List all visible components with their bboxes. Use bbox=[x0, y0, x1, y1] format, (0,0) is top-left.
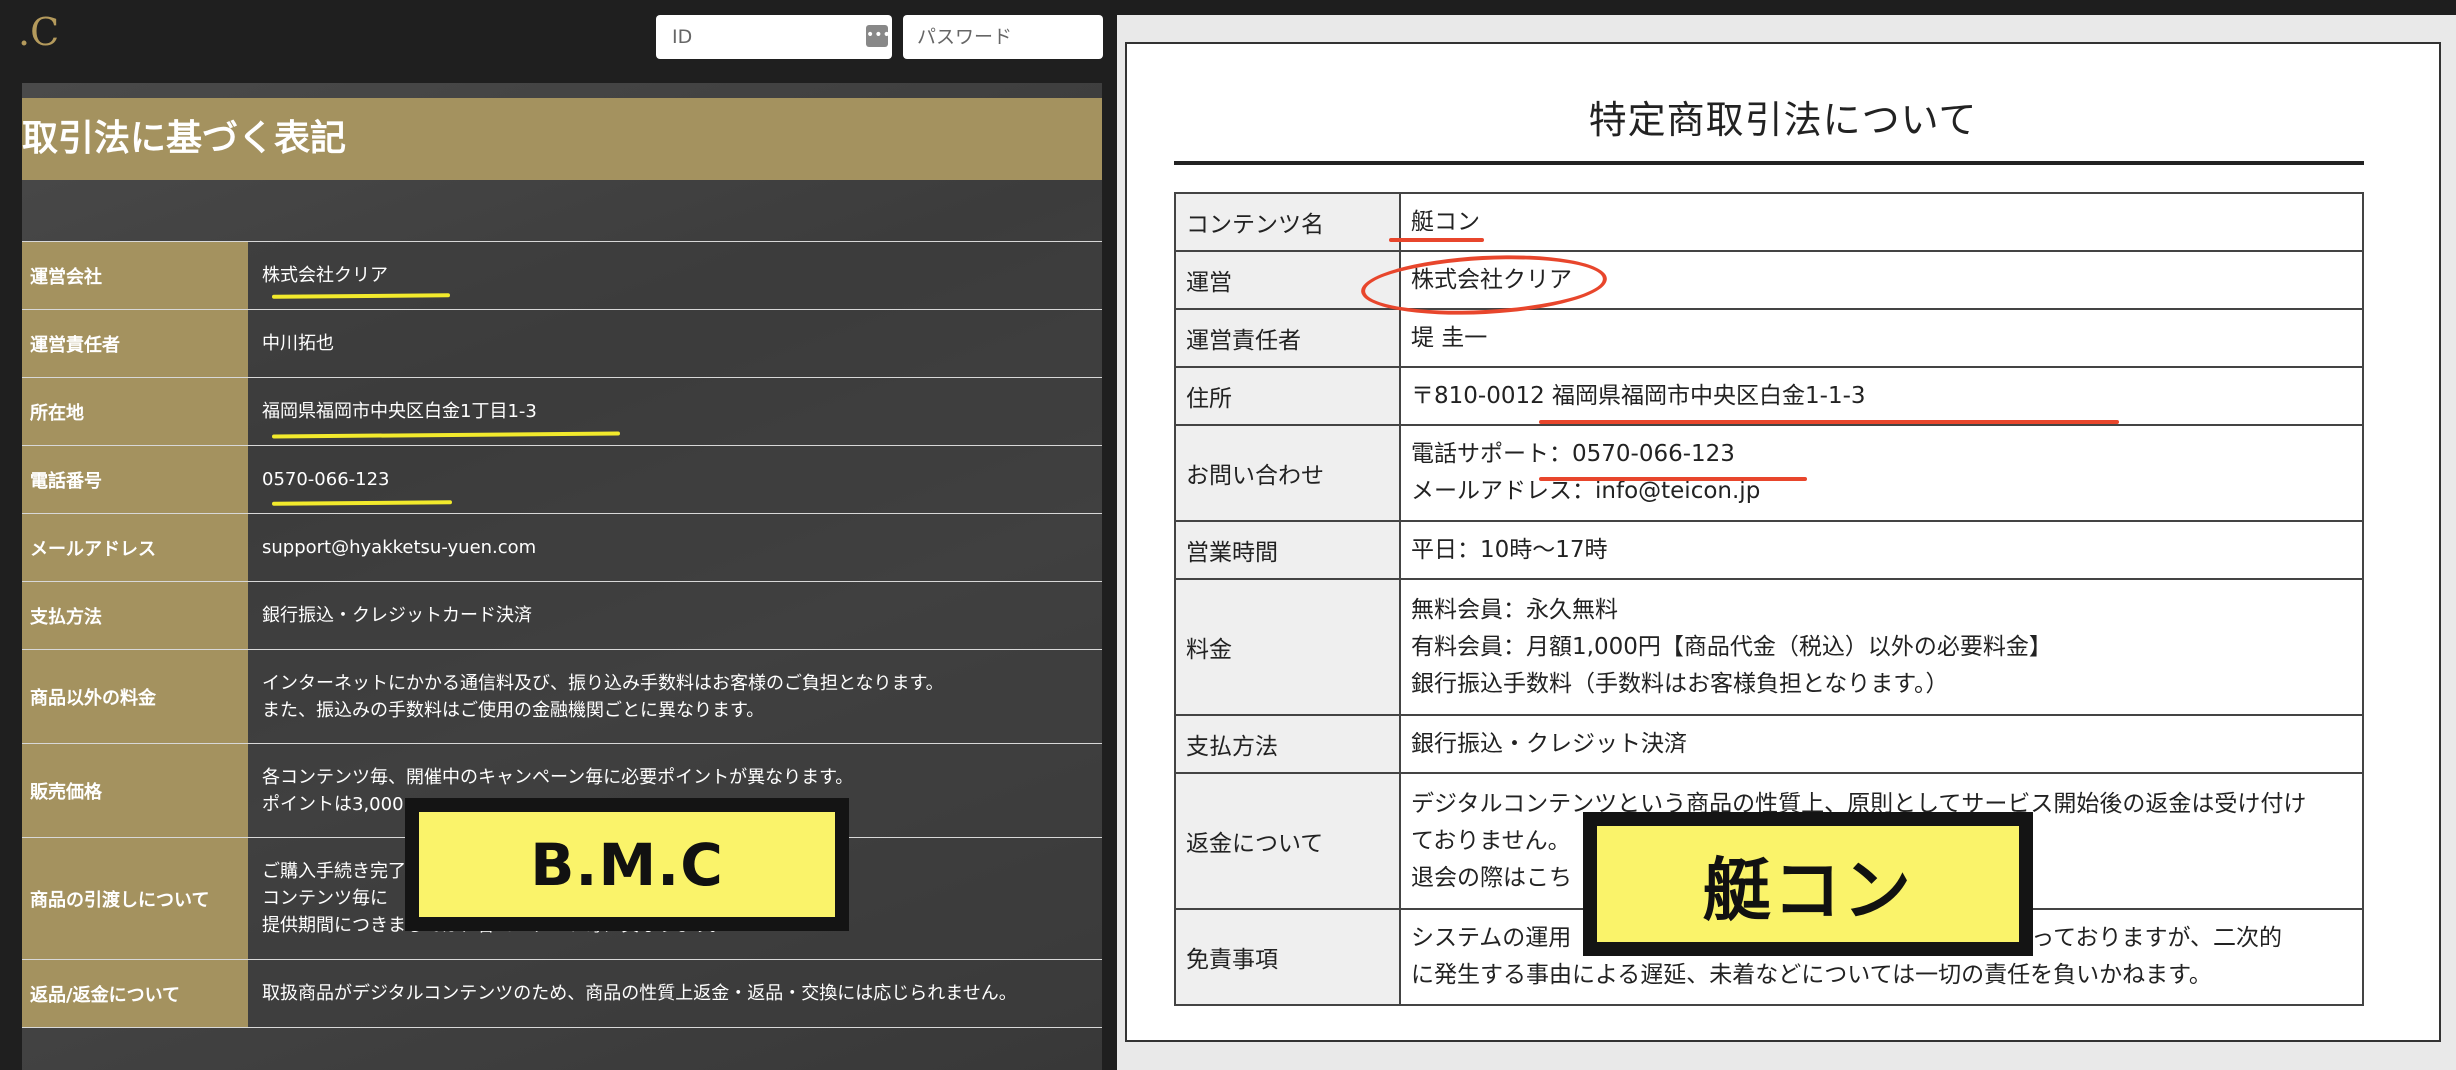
table-row: 運営責任者 堤 圭一 bbox=[1174, 308, 2364, 368]
red-underline-content-name bbox=[1389, 238, 1484, 242]
row-label: 運営責任者 bbox=[1174, 308, 1401, 368]
row-label: 免責事項 bbox=[1174, 908, 1401, 1006]
table-row: 支払方法 銀行振込・クレジット決済 bbox=[1174, 714, 2364, 774]
row-label: 返金について bbox=[1174, 772, 1401, 910]
bmc-label-sticker: B.M.C bbox=[405, 798, 849, 931]
row-label: 住所 bbox=[1174, 366, 1401, 426]
row-label: 電話番号 bbox=[22, 445, 248, 514]
row-value: 堤 圭一 bbox=[1399, 308, 2364, 368]
table-row: 運営会社 株式会社クリア bbox=[22, 241, 1102, 310]
row-value: 株式会社クリア bbox=[248, 241, 1102, 310]
row-value: 艇コン bbox=[1399, 192, 2364, 252]
row-label: メールアドレス bbox=[22, 513, 248, 582]
row-value: 無料会員：永久無料 有料会員：月額1,000円【商品代金（税込）以外の必要料金】… bbox=[1399, 578, 2364, 716]
table-row: 返品/返金について 取扱商品がデジタルコンテンツのため、商品の性質上返金・返品・… bbox=[22, 959, 1102, 1028]
site-logo[interactable]: .C bbox=[18, 10, 59, 54]
row-label: 所在地 bbox=[22, 377, 248, 446]
right-page-title: 特定商取引法について bbox=[1588, 98, 1978, 142]
table-row: お問い合わせ 電話サポート：0570-066-123 メールアドレス：info@… bbox=[1174, 424, 2364, 522]
left-page-heading: 取引法に基づく表記 bbox=[22, 98, 1102, 180]
red-underline-address bbox=[1539, 420, 2119, 424]
row-value: 電話サポート：0570-066-123 メールアドレス：info@teicon.… bbox=[1399, 424, 2364, 522]
table-row: 料金 無料会員：永久無料 有料会員：月額1,000円【商品代金（税込）以外の必要… bbox=[1174, 578, 2364, 716]
row-label: 商品の引渡しについて bbox=[22, 837, 248, 960]
password-manager-icon[interactable]: ••• bbox=[866, 25, 891, 47]
row-value: 取扱商品がデジタルコンテンツのため、商品の性質上返金・返品・交換には応じられませ… bbox=[248, 959, 1102, 1028]
row-label: 支払方法 bbox=[22, 581, 248, 650]
row-value: 中川拓也 bbox=[248, 309, 1102, 378]
table-row: 電話番号 0570-066-123 bbox=[22, 445, 1102, 514]
row-value: 銀行振込・クレジットカード決済 bbox=[248, 581, 1102, 650]
row-label: 料金 bbox=[1174, 578, 1401, 716]
red-underline-phone bbox=[1539, 477, 1807, 481]
row-label: 運営会社 bbox=[22, 241, 248, 310]
row-label: コンテンツ名 bbox=[1174, 192, 1401, 252]
row-label: 販売価格 bbox=[22, 743, 248, 838]
row-label: 支払方法 bbox=[1174, 714, 1401, 774]
teicon-label-sticker: 艇コン bbox=[1583, 812, 2033, 956]
row-value: インターネットにかかる通信料及び、振り込み手数料はお客様のご負担となります。 ま… bbox=[248, 649, 1102, 744]
row-value: 平日：10時〜17時 bbox=[1399, 520, 2364, 580]
row-value: support@hyakketsu-yuen.com bbox=[248, 513, 1102, 582]
table-row: コンテンツ名 艇コン bbox=[1174, 192, 2364, 252]
row-label: 商品以外の料金 bbox=[22, 649, 248, 744]
login-id-input[interactable] bbox=[656, 15, 892, 59]
row-label: 返品/返金について bbox=[22, 959, 248, 1028]
table-row: 支払方法 銀行振込・クレジットカード決済 bbox=[22, 581, 1102, 650]
row-label: 運営 bbox=[1174, 250, 1401, 310]
left-screenshot-panel: .C ••• 取引法に基づく表記 運営会社 株式会社クリア 運営責任者 中川拓也… bbox=[0, 0, 1110, 1070]
table-row: 住所 〒810-0012 福岡県福岡市中央区白金1-1-3 bbox=[1174, 366, 2364, 426]
table-row: メールアドレス support@hyakketsu-yuen.com bbox=[22, 513, 1102, 582]
login-password-input[interactable] bbox=[903, 15, 1103, 59]
row-label: お問い合わせ bbox=[1174, 424, 1401, 522]
table-row: 商品以外の料金 インターネットにかかる通信料及び、振り込み手数料はお客様のご負担… bbox=[22, 649, 1102, 744]
table-row: 運営責任者 中川拓也 bbox=[22, 309, 1102, 378]
table-row: 運営 株式会社クリア bbox=[1174, 250, 2364, 310]
row-value: 〒810-0012 福岡県福岡市中央区白金1-1-3 bbox=[1399, 366, 2364, 426]
row-label: 営業時間 bbox=[1174, 520, 1401, 580]
row-label: 運営責任者 bbox=[22, 309, 248, 378]
table-row: 営業時間 平日：10時〜17時 bbox=[1174, 520, 2364, 580]
row-value: 銀行振込・クレジット決済 bbox=[1399, 714, 2364, 774]
title-divider bbox=[1174, 161, 2364, 165]
